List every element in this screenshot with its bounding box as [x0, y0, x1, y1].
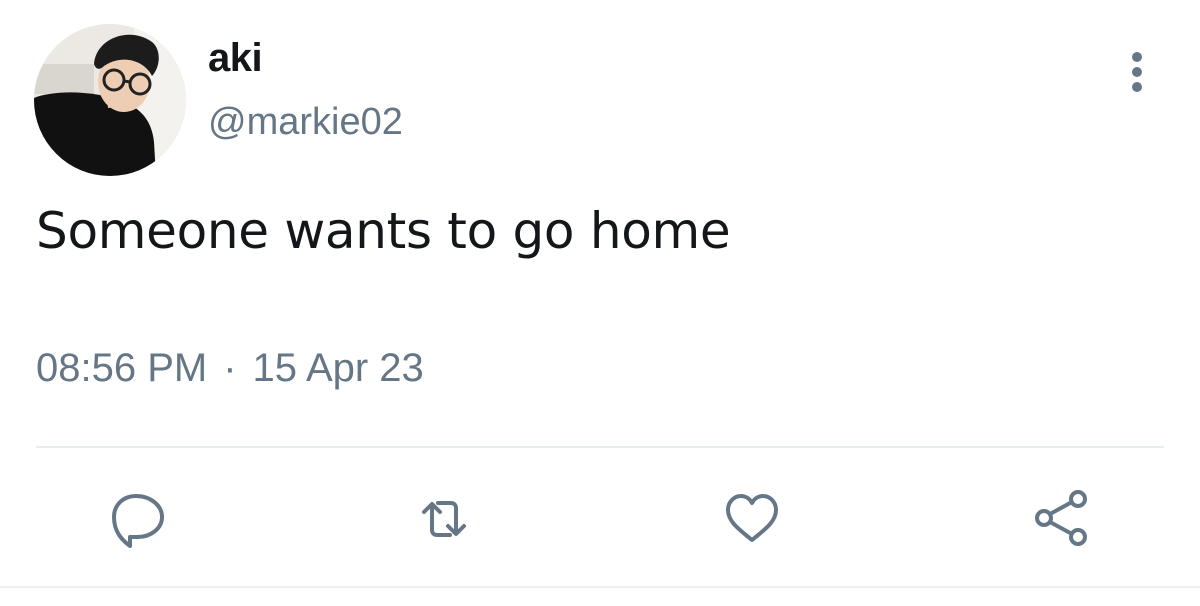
more-vertical-icon — [1132, 52, 1142, 92]
retweet-button[interactable] — [412, 486, 476, 550]
tweet-timestamp: 08:56 PM · 15 Apr 23 — [36, 348, 424, 388]
retweet-icon — [422, 501, 466, 537]
reply-button[interactable] — [106, 486, 170, 550]
avatar-photo — [34, 24, 186, 176]
share-icon — [1035, 490, 1087, 546]
bottom-divider — [0, 586, 1200, 588]
tweet-text: Someone wants to go home — [36, 202, 731, 260]
like-button[interactable] — [720, 486, 784, 550]
share-button[interactable] — [1030, 486, 1094, 550]
tweet-date: 15 Apr 23 — [252, 346, 424, 390]
timestamp-separator: · — [223, 346, 237, 390]
divider — [36, 446, 1164, 448]
display-name[interactable]: aki — [208, 38, 263, 78]
user-handle[interactable]: @markie02 — [208, 103, 403, 141]
tweet-card: aki @markie02 Someone wants to go home 0… — [0, 0, 1200, 606]
more-options-button[interactable] — [1112, 46, 1162, 100]
heart-icon — [726, 494, 778, 542]
reply-icon — [112, 494, 164, 548]
tweet-time: 08:56 PM — [36, 346, 208, 390]
avatar[interactable] — [34, 24, 186, 176]
